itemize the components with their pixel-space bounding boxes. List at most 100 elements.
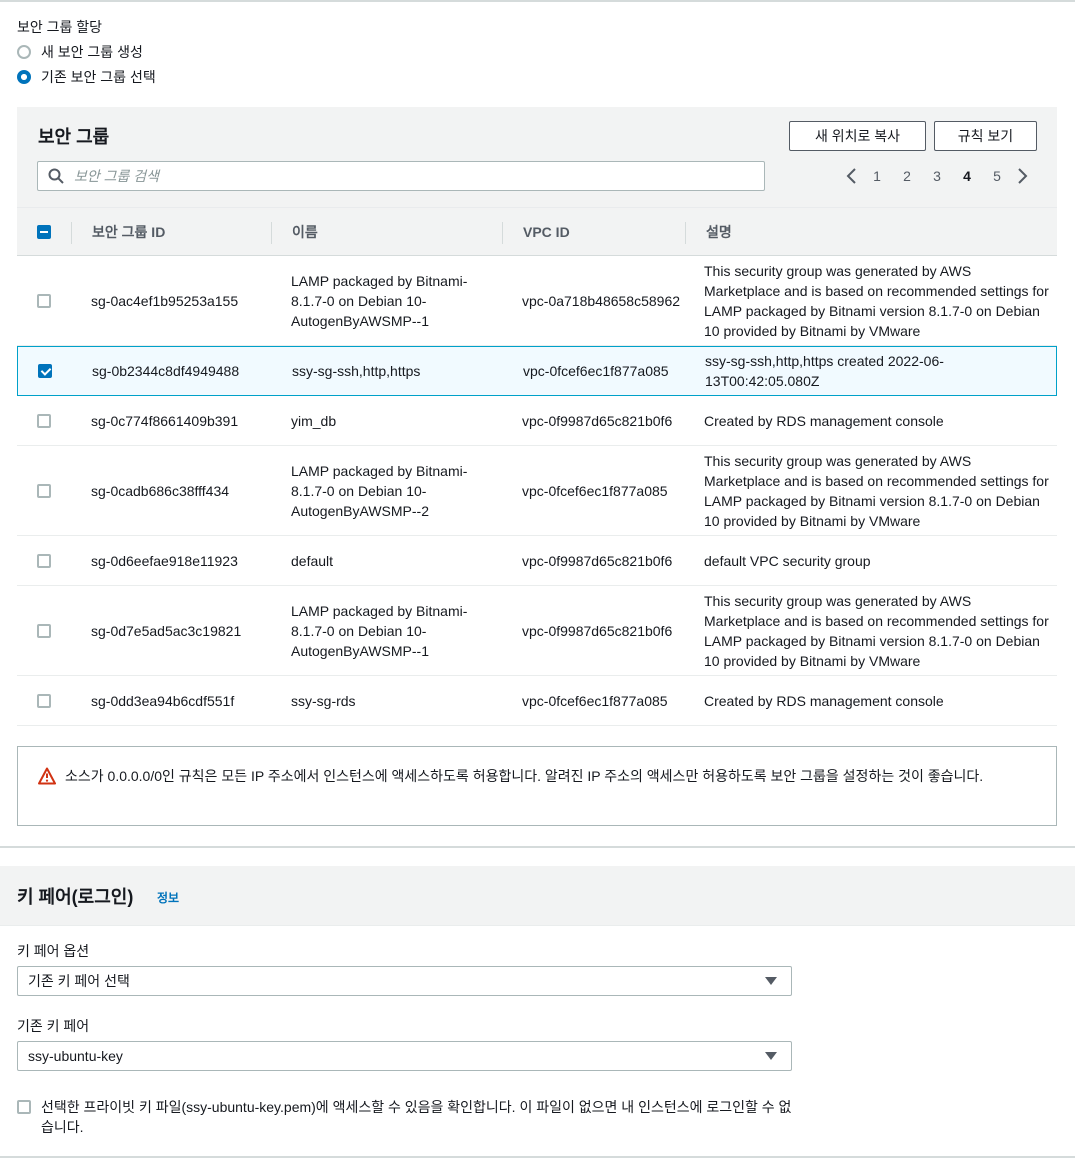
top-divider xyxy=(0,0,1075,2)
group-name: ssy-sg-ssh,http,https xyxy=(292,363,421,379)
assignment-title: 보안 그룹 할당 xyxy=(17,19,103,35)
key-pair-header: 키 페어(로그인) 정보 xyxy=(0,866,1075,926)
row-checkbox-cell[interactable] xyxy=(38,347,52,395)
pagination: 1 2 3 4 5 xyxy=(842,165,1032,187)
row-checkbox-cell[interactable] xyxy=(37,676,51,725)
page-2[interactable]: 2 xyxy=(892,168,922,184)
group-id: sg-0ac4ef1b95253a155 xyxy=(91,292,239,309)
table-row[interactable]: sg-0d6eefae918e11923 default vpc-0f9987d… xyxy=(17,536,1057,586)
group-id: sg-0d7e5ad5ac3c19821 xyxy=(91,622,242,639)
group-id: sg-0cadb686c38fff434 xyxy=(91,482,230,499)
page-5[interactable]: 5 xyxy=(982,168,1012,184)
group-id: sg-0b2344c8df4949488 xyxy=(92,363,240,379)
existing-key-pair-select[interactable]: ssy-ubuntu-key xyxy=(17,1041,792,1071)
table-row[interactable]: sg-0d7e5ad5ac3c19821 LAMP packaged by Bi… xyxy=(17,586,1057,676)
row-checkbox[interactable] xyxy=(37,623,51,638)
group-name: default xyxy=(291,552,334,569)
column-separator xyxy=(271,222,272,244)
vpc-id: vpc-0a718b48658c58962 xyxy=(522,292,681,309)
column-separator xyxy=(71,222,72,244)
warning-text: 소스가 0.0.0.0/0인 규칙은 모든 IP 주소에서 인스턴스에 액세스하… xyxy=(65,768,984,784)
group-description: This security group was generated by AWS… xyxy=(704,452,1049,529)
row-checkbox-cell[interactable] xyxy=(37,396,51,445)
warning-alert: 소스가 0.0.0.0/0인 규칙은 모든 IP 주소에서 인스턴스에 액세스하… xyxy=(17,746,1057,826)
radio-button[interactable] xyxy=(17,70,31,84)
caret-down-icon xyxy=(765,1052,777,1060)
radio-select-existing-group[interactable]: 기존 보안 그룹 선택 xyxy=(17,67,156,87)
vpc-id: vpc-0f9987d65c821b0f6 xyxy=(522,412,673,429)
view-rules-button[interactable]: 규칙 보기 xyxy=(934,121,1037,151)
row-checkbox-cell[interactable] xyxy=(37,256,51,345)
column-separator xyxy=(502,222,503,244)
radio-create-new-group[interactable]: 새 보안 그룹 생성 xyxy=(17,42,143,62)
table-row[interactable]: sg-0ac4ef1b95253a155 LAMP packaged by Bi… xyxy=(17,256,1057,346)
acknowledge-checkbox[interactable] xyxy=(17,1100,31,1114)
group-name: ssy-sg-rds xyxy=(291,692,356,709)
group-description: Created by RDS management console xyxy=(704,692,944,709)
row-checkbox[interactable] xyxy=(37,693,51,708)
group-id: sg-0d6eefae918e11923 xyxy=(91,552,238,569)
group-description: Created by RDS management console xyxy=(704,412,944,429)
column-header-id[interactable]: 보안 그룹 ID xyxy=(92,208,165,256)
select-all-checkbox[interactable] xyxy=(37,225,51,239)
table-row[interactable]: sg-0dd3ea94b6cdf551f ssy-sg-rds vpc-0fce… xyxy=(17,676,1057,726)
row-checkbox-cell[interactable] xyxy=(37,536,51,585)
radio-button[interactable] xyxy=(17,45,31,59)
page-1[interactable]: 1 xyxy=(862,168,892,184)
row-checkbox-cell[interactable] xyxy=(37,446,51,535)
acknowledge-checkbox-row[interactable]: 선택한 프라이빗 키 파일(ssy-ubuntu-key.pem)에 액세스할 … xyxy=(17,1097,797,1137)
warning-icon xyxy=(38,767,56,785)
row-checkbox[interactable] xyxy=(37,293,51,308)
chevron-left-icon[interactable] xyxy=(842,166,862,186)
group-name: LAMP packaged by Bitnami-8.1.7-0 on Debi… xyxy=(291,272,468,329)
vpc-id: vpc-0fcef6ec1f877a085 xyxy=(523,363,669,379)
row-checkbox[interactable] xyxy=(37,553,51,568)
search-icon xyxy=(48,168,64,184)
row-checkbox-cell[interactable] xyxy=(37,586,51,675)
table-header: 보안 그룹 ID 이름 VPC ID 설명 xyxy=(17,207,1057,256)
key-pair-option-label: 키 페어 옵션 xyxy=(17,943,90,959)
select-value: ssy-ubuntu-key xyxy=(28,1048,123,1064)
column-header-vpc-id[interactable]: VPC ID xyxy=(523,208,570,256)
info-link[interactable]: 정보 xyxy=(157,889,179,906)
key-pair-option-select[interactable]: 기존 키 페어 선택 xyxy=(17,966,792,996)
vpc-id: vpc-0f9987d65c821b0f6 xyxy=(522,622,673,639)
vpc-id: vpc-0fcef6ec1f877a085 xyxy=(522,482,668,499)
table-row[interactable]: sg-0cadb686c38fff434 LAMP packaged by Bi… xyxy=(17,446,1057,536)
group-name: LAMP packaged by Bitnami-8.1.7-0 on Debi… xyxy=(291,462,468,519)
radio-label: 새 보안 그룹 생성 xyxy=(41,44,143,60)
existing-key-pair-label: 기존 키 페어 xyxy=(17,1018,90,1034)
group-id: sg-0c774f8661409b391 xyxy=(91,412,239,429)
caret-down-icon xyxy=(765,977,777,985)
vpc-id: vpc-0fcef6ec1f877a085 xyxy=(522,692,668,709)
chevron-right-icon[interactable] xyxy=(1012,166,1032,186)
page-3[interactable]: 3 xyxy=(922,168,952,184)
security-group-title: 보안 그룹 xyxy=(38,127,110,147)
copy-to-new-location-button[interactable]: 새 위치로 복사 xyxy=(789,121,926,151)
row-checkbox[interactable] xyxy=(37,413,51,428)
group-description: default VPC security group xyxy=(704,552,871,569)
column-separator xyxy=(685,222,686,244)
row-checkbox[interactable] xyxy=(38,364,52,378)
group-id: sg-0dd3ea94b6cdf551f xyxy=(91,692,235,709)
radio-label: 기존 보안 그룹 선택 xyxy=(41,69,156,85)
search-input[interactable] xyxy=(72,167,752,185)
section-divider xyxy=(0,846,1075,848)
key-pair-title: 키 페어(로그인) xyxy=(17,887,134,907)
group-description: This security group was generated by AWS… xyxy=(704,592,1049,669)
group-name: LAMP packaged by Bitnami-8.1.7-0 on Debi… xyxy=(291,602,468,659)
group-description: This security group was generated by AWS… xyxy=(704,262,1049,339)
table-row-selected[interactable]: sg-0b2344c8df4949488 ssy-sg-ssh,http,htt… xyxy=(17,346,1057,396)
column-header-name[interactable]: 이름 xyxy=(292,208,318,256)
table-row[interactable]: sg-0c774f8661409b391 yim_db vpc-0f9987d6… xyxy=(17,396,1057,446)
row-checkbox[interactable] xyxy=(37,483,51,498)
column-header-description[interactable]: 설명 xyxy=(706,208,732,256)
select-value: 기존 키 페어 선택 xyxy=(28,973,130,989)
acknowledge-text: 선택한 프라이빗 키 파일(ssy-ubuntu-key.pem)에 액세스할 … xyxy=(41,1099,792,1135)
search-box[interactable] xyxy=(37,161,765,191)
page-4-current[interactable]: 4 xyxy=(952,168,982,184)
vpc-id: vpc-0f9987d65c821b0f6 xyxy=(522,552,673,569)
select-all-header[interactable] xyxy=(37,208,51,256)
group-name: yim_db xyxy=(291,412,337,429)
group-description: ssy-sg-ssh,http,https created 2022-06-13… xyxy=(705,353,944,389)
